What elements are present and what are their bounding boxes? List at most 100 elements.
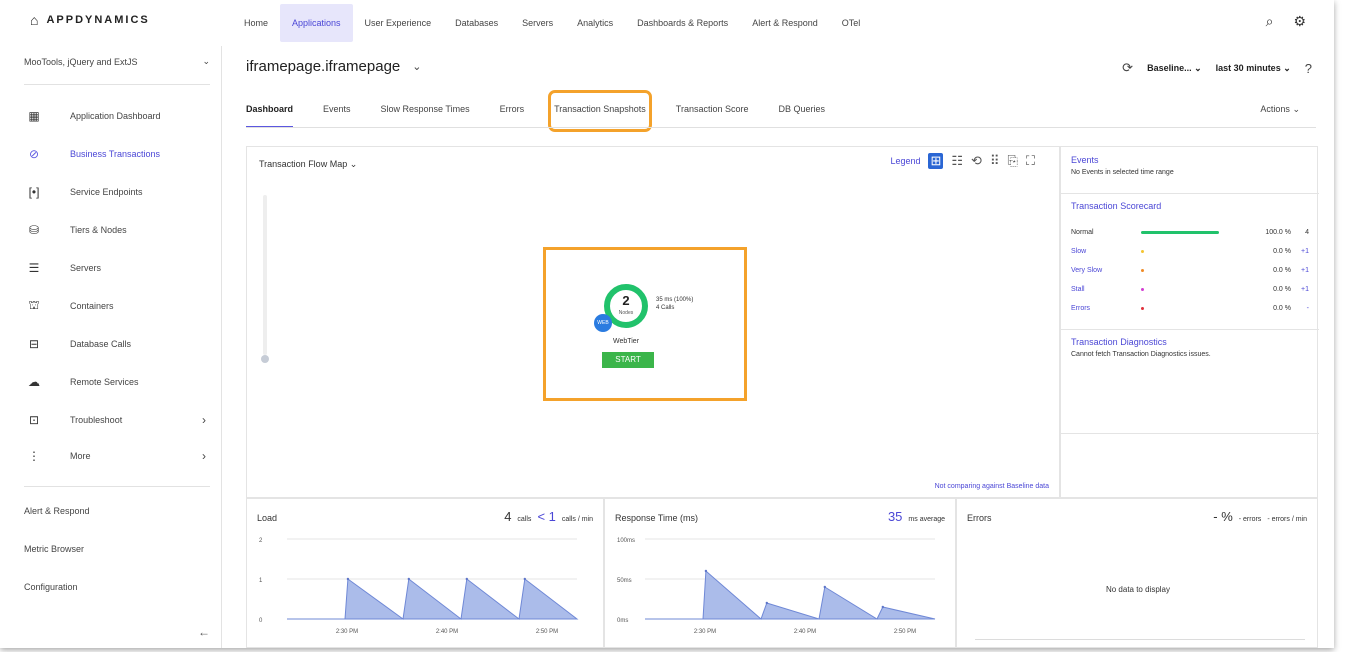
response-time-chart-panel: Response Time (ms) 35 ms average 100ms 50… (604, 498, 956, 648)
nav-alert-respond[interactable]: Alert & Respond (740, 4, 830, 42)
right-info-panel: Events No Events in selected time range … (1060, 146, 1319, 498)
sidebar-link-configuration[interactable]: Configuration (24, 582, 78, 592)
nav-user-experience[interactable]: User Experience (353, 4, 444, 42)
sidebar-item-application-dashboard[interactable]: ▦ Application Dashboard (24, 104, 210, 128)
search-icon[interactable]: ⌕ (1266, 13, 1274, 30)
refresh-layout-icon[interactable]: ⟲ (971, 153, 982, 169)
tiers-nodes-icon: ⛁ (28, 223, 40, 237)
time-range-selector[interactable]: last 30 minutes ⌄ (1216, 63, 1291, 74)
nav-databases[interactable]: Databases (443, 4, 510, 42)
baseline-note[interactable]: Not comparing against Baseline data (935, 483, 1049, 490)
sidebar-item-remote-services[interactable]: ☁ Remote Services (24, 370, 210, 394)
nav-applications[interactable]: Applications (280, 4, 353, 42)
layout-tree-icon[interactable]: ☷ (951, 153, 963, 169)
scorecard-count: +1 (1301, 285, 1309, 293)
zoom-slider-handle[interactable] (261, 355, 269, 363)
sidebar-item-database-calls[interactable]: ⊟ Database Calls (24, 332, 210, 356)
sidebar-item-business-transactions[interactable]: ⊘ Business Transactions (24, 142, 210, 166)
share-icon[interactable]: ⎘ (1007, 153, 1017, 169)
scorecard-row-errors: Errors 0.0 % - (1071, 301, 1311, 315)
data-point (407, 577, 410, 581)
brand-logo[interactable]: ⌂ APPDYNAMICS (30, 12, 150, 28)
appdynamics-logo-icon: ⌂ (30, 12, 41, 28)
chevron-down-icon: ⌄ (412, 61, 422, 73)
y-tick-label: 0 (259, 618, 263, 624)
data-point (881, 605, 884, 609)
chevron-right-icon: › (202, 413, 206, 427)
page-title-selector[interactable]: iframepage.iframepage ⌄ (246, 58, 421, 75)
scorecard-label[interactable]: Slow (1071, 248, 1141, 255)
sidebar-item-servers[interactable]: ☰ Servers (24, 256, 210, 280)
chevron-down-icon: ⌄ (349, 159, 358, 169)
tier-node-highlight: 2 Nodes WEB 35 ms (100%) 4 Calls WebTier… (543, 247, 747, 401)
zoom-slider-track[interactable] (263, 195, 267, 355)
tab-events[interactable]: Events (323, 96, 351, 126)
scorecard-bar (1141, 306, 1144, 310)
scorecard-pct: 0.0 % (1273, 285, 1291, 293)
nav-otel[interactable]: OTel (830, 4, 873, 42)
sidebar-link-metric-browser[interactable]: Metric Browser (24, 544, 84, 554)
legend-link[interactable]: Legend (890, 156, 920, 166)
tab-transaction-snapshots[interactable]: Transaction Snapshots (548, 90, 652, 132)
scorecard-label[interactable]: Stall (1071, 286, 1141, 293)
errors-chart-panel: Errors - % - errors - errors / min No da… (956, 498, 1318, 648)
sidebar-item-label: Troubleshoot (70, 415, 123, 425)
data-point (765, 601, 768, 605)
node-calls: 4 Calls (656, 305, 675, 311)
grid-icon[interactable]: ⠿ (990, 153, 1000, 169)
x-tick-label: 2:50 PM (894, 629, 916, 635)
fullscreen-icon[interactable]: ⛶ (1026, 153, 1035, 169)
gear-icon[interactable]: ⚙ (1293, 13, 1306, 30)
refresh-icon[interactable]: ⟳ (1122, 60, 1133, 76)
actions-menu[interactable]: Actions ⌄ (1260, 104, 1300, 115)
layout-auto-icon[interactable]: ⊞ (928, 153, 944, 169)
scorecard-count: +1 (1301, 266, 1309, 274)
application-selector[interactable]: MooTools, jQuery and ExtJS ⌄ (24, 56, 210, 67)
flow-map-title: Transaction Flow Map (259, 159, 348, 169)
nav-dashboards-reports[interactable]: Dashboards & Reports (625, 4, 740, 42)
no-data-message: No data to display (1105, 585, 1171, 594)
load-chart: 2 1 0 2:30 PM 2:40 PM 2:50 PM (259, 538, 579, 635)
nav-analytics[interactable]: Analytics (565, 4, 625, 42)
page-title: iframepage.iframepage (246, 58, 401, 75)
tab-transaction-score[interactable]: Transaction Score (676, 96, 749, 126)
sidebar-item-label: More (70, 451, 91, 461)
sidebar-item-label: Business Transactions (70, 149, 161, 159)
sidebar-item-tiers-nodes[interactable]: ⛁ Tiers & Nodes (24, 218, 210, 242)
brand-name: APPDYNAMICS (46, 14, 150, 26)
flow-map-selector[interactable]: Transaction Flow Map ⌄ (259, 159, 357, 170)
scorecard-row-very-slow: Very Slow 0.0 % +1 (1071, 263, 1311, 277)
y-tick-label: 100ms (617, 538, 635, 544)
sidebar-item-more[interactable]: ⋮ More › (24, 444, 210, 468)
node-count: 2 (622, 293, 630, 308)
tab-slow-response-times[interactable]: Slow Response Times (381, 96, 470, 126)
tab-dashboard[interactable]: Dashboard (246, 96, 294, 128)
sidebar-link-alert-respond[interactable]: Alert & Respond (24, 506, 90, 516)
tab-errors[interactable]: Errors (500, 96, 525, 126)
sidebar-item-label: Tiers & Nodes (70, 225, 127, 235)
help-icon[interactable]: ? (1305, 61, 1312, 76)
business-transactions-icon: ⊘ (28, 147, 40, 161)
sidebar-item-label: Servers (70, 263, 102, 273)
errors-title: Errors (967, 513, 992, 523)
scorecard-title[interactable]: Transaction Scorecard (1071, 201, 1309, 211)
x-tick-label: 2:30 PM (694, 629, 716, 635)
baseline-selector[interactable]: Baseline... ⌄ (1147, 63, 1202, 74)
nav-home[interactable]: Home (232, 4, 280, 42)
nav-servers[interactable]: Servers (510, 4, 565, 42)
events-title[interactable]: Events (1071, 155, 1309, 165)
scorecard-pct: 100.0 % (1265, 228, 1291, 236)
diagnostics-title[interactable]: Transaction Diagnostics (1071, 337, 1309, 347)
y-tick-label: 50ms (617, 578, 632, 584)
sidebar-item-containers[interactable]: ⛫ Containers (24, 294, 210, 318)
start-badge: START (602, 352, 654, 368)
node-stats: 35 ms (100%) 4 Calls (656, 296, 693, 312)
collapse-sidebar-icon[interactable]: ← (198, 625, 210, 639)
actions-label: Actions (1260, 104, 1290, 114)
tab-db-queries[interactable]: DB Queries (779, 96, 826, 126)
sidebar-item-service-endpoints[interactable]: [•] Service Endpoints (24, 180, 210, 204)
scorecard-label[interactable]: Errors (1071, 305, 1141, 312)
scorecard-label[interactable]: Very Slow (1071, 267, 1141, 274)
scorecard-pct: 0.0 % (1273, 247, 1291, 255)
sidebar-item-troubleshoot[interactable]: ⊡ Troubleshoot › (24, 408, 210, 432)
